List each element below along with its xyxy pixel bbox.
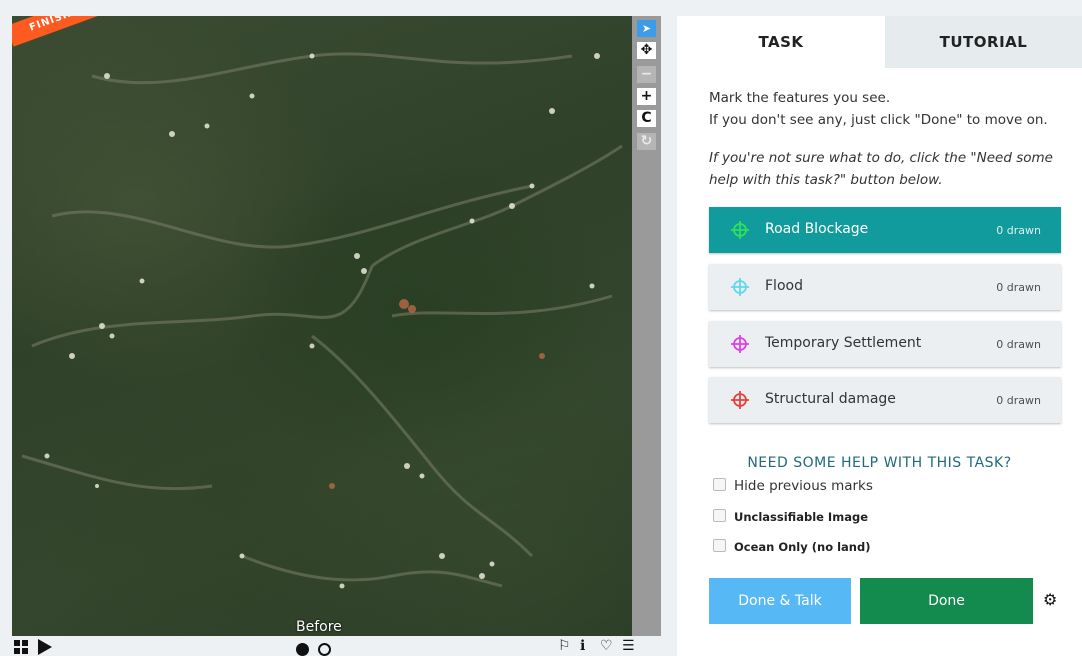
task-panel: TASK TUTORIAL Mark the features you see.… (677, 16, 1082, 656)
tool-flood[interactable]: Flood 0 drawn (709, 264, 1061, 310)
drawn-count: 0 drawn (996, 338, 1041, 351)
subject-image-viewer[interactable]: FINISHED! (12, 16, 632, 636)
rotate-icon: C (641, 110, 652, 126)
done-button[interactable]: Done (860, 578, 1033, 624)
pointer-icon: ➤ (641, 22, 652, 35)
ocean-only-checkbox[interactable]: Ocean Only (no land) (713, 539, 871, 554)
gear-icon[interactable]: ⚙ (1043, 590, 1057, 609)
tool-label: Temporary Settlement (765, 335, 922, 351)
hide-marks-checkbox[interactable]: Hide previous marks (713, 477, 873, 494)
checkbox-label: Hide previous marks (734, 478, 873, 494)
drawn-count: 0 drawn (996, 224, 1041, 237)
heart-icon[interactable]: ♡ (600, 638, 613, 654)
satellite-image (21, 52, 623, 589)
collections-icon[interactable]: ☰ (622, 638, 635, 654)
flipbook-grid-icon[interactable] (14, 640, 30, 654)
instruction-line-2: If you don't see any, just click "Done" … (709, 112, 1048, 128)
tool-label: Structural damage (765, 391, 896, 407)
checkbox-box[interactable] (713, 539, 726, 552)
tool-label: Road Blockage (765, 221, 869, 237)
reset-button[interactable]: ↻ (637, 133, 656, 150)
flag-icon[interactable]: ⚐ (558, 638, 571, 654)
frame-dot-1[interactable] (296, 643, 309, 656)
tool-road-blockage[interactable]: Road Blockage 0 drawn (709, 207, 1061, 253)
crosshair-icon (731, 221, 749, 239)
zoom-out-button[interactable]: − (637, 66, 656, 83)
checkbox-label: Ocean Only (no land) (734, 540, 871, 554)
instruction-line-1: Mark the features you see. (709, 90, 891, 106)
minus-icon: − (640, 66, 653, 82)
tool-temporary-settlement[interactable]: Temporary Settlement 0 drawn (709, 321, 1061, 367)
tab-task[interactable]: TASK (677, 16, 885, 68)
play-icon[interactable] (38, 639, 52, 655)
plus-icon: + (640, 88, 653, 104)
viewer-toolbar: ➤ ✥ − + C ↻ (632, 16, 661, 636)
drawn-count: 0 drawn (996, 394, 1041, 407)
need-help-button[interactable]: NEED SOME HELP WITH THIS TASK? (677, 455, 1082, 471)
rotate-button[interactable]: C (637, 110, 656, 127)
tool-label: Flood (765, 278, 803, 294)
checkbox-box[interactable] (713, 477, 726, 491)
pan-tool-button[interactable]: ✥ (637, 42, 656, 59)
unclassifiable-checkbox[interactable]: Unclassifiable Image (713, 509, 868, 524)
frame-label: Before (296, 619, 342, 635)
info-icon[interactable]: ℹ (580, 638, 585, 654)
move-icon: ✥ (640, 42, 653, 58)
drawn-count: 0 drawn (996, 281, 1041, 294)
pointer-tool-button[interactable]: ➤ (637, 20, 656, 37)
refresh-icon: ↻ (640, 133, 653, 149)
tab-tutorial[interactable]: TUTORIAL (885, 16, 1082, 68)
zoom-in-button[interactable]: + (637, 88, 656, 105)
crosshair-icon (731, 278, 749, 296)
crosshair-icon (731, 335, 749, 353)
help-hint: If you're not sure what to do, click the… (709, 150, 1053, 188)
tool-structural-damage[interactable]: Structural damage 0 drawn (709, 377, 1061, 423)
done-and-talk-button[interactable]: Done & Talk (709, 578, 851, 624)
checkbox-box[interactable] (713, 509, 726, 522)
frame-dot-2[interactable] (318, 643, 331, 656)
checkbox-label: Unclassifiable Image (734, 510, 868, 524)
crosshair-icon (731, 391, 749, 409)
